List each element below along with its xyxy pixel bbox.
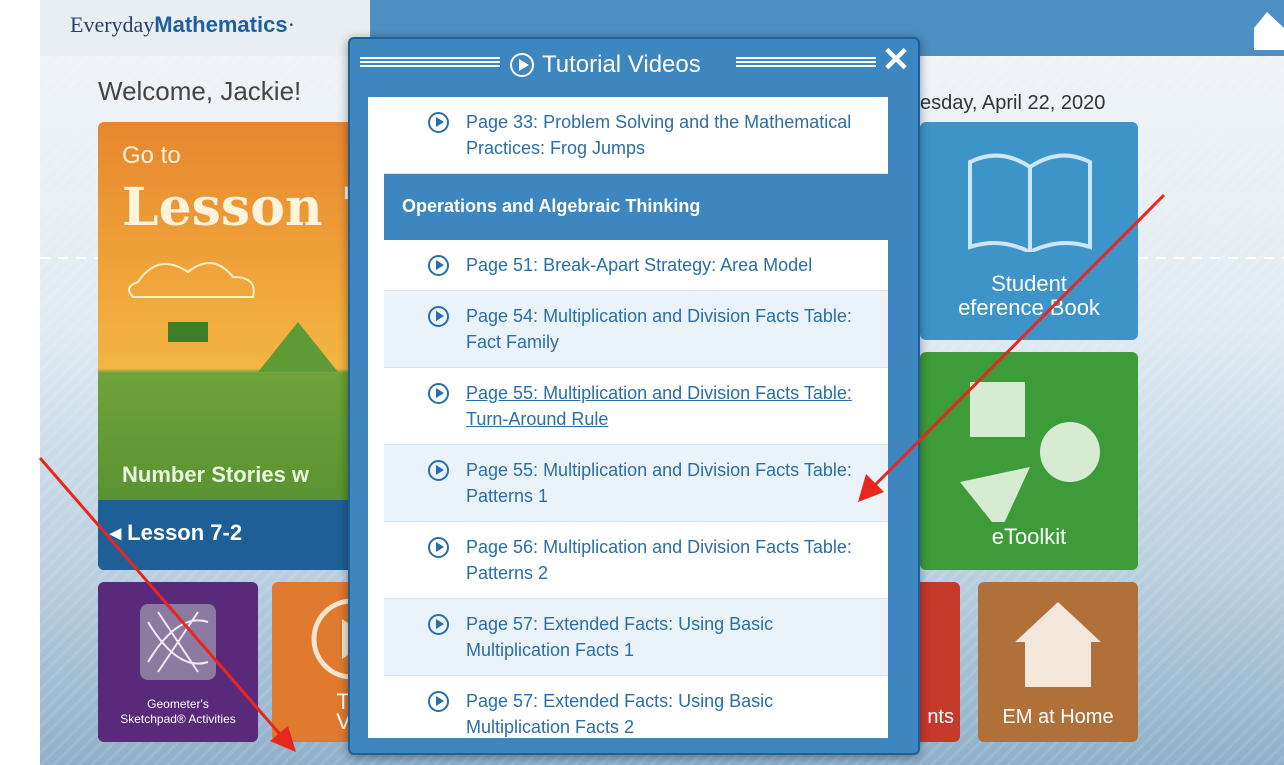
current-date: esday, April 22, 2020 (920, 92, 1106, 114)
title-rule-right (736, 57, 876, 69)
assessments-tile[interactable]: nts (920, 582, 960, 742)
section-heading: Operations and Algebraic Thinking (384, 174, 888, 240)
play-circle-icon (510, 53, 534, 77)
title-rule-left (360, 57, 500, 69)
home-icon[interactable] (1250, 10, 1284, 50)
video-item[interactable]: Page 33: Problem Solving and the Mathema… (384, 97, 888, 174)
geometers-sketchpad-tile[interactable]: Geometer's Sketchpad® Activities (98, 582, 258, 742)
book-icon (968, 153, 1092, 252)
student-reference-label: Student eference Book (958, 271, 1100, 320)
lesson-subtitle: Number Stories w (122, 462, 310, 487)
sketchpad-icon (140, 604, 216, 680)
play-circle-icon (428, 614, 449, 635)
shapes-icon (960, 382, 1100, 522)
everyday-mathematics-logo: EverydayMathematics· (70, 12, 295, 37)
play-circle-icon (428, 112, 449, 133)
video-list-content: Page 33: Problem Solving and the Mathema… (368, 97, 888, 738)
play-circle-icon (428, 306, 449, 327)
lesson-card[interactable]: Go to Lesson 7 Number Stories w ◂ Lesson… (98, 122, 378, 570)
play-circle-icon (428, 537, 449, 558)
modal-title-text: Tutorial Videos (542, 51, 701, 78)
em-at-home-tile[interactable]: EM at Home (978, 582, 1138, 742)
modal-title: Tutorial Videos (510, 51, 701, 79)
video-item[interactable]: Page 51: Break-Apart Strategy: Area Mode… (384, 240, 888, 291)
close-button[interactable]: ✕ (880, 43, 912, 77)
play-circle-icon (428, 691, 449, 712)
etoolkit-tile[interactable]: eToolkit (920, 352, 1138, 570)
video-item[interactable]: Page 54: Multiplication and Division Fac… (384, 291, 888, 368)
lesson-title: Lesson 7 (122, 177, 377, 238)
play-circle-icon (428, 383, 449, 404)
video-list[interactable]: Page 33: Problem Solving and the Mathema… (368, 97, 888, 738)
etoolkit-label: eToolkit (991, 524, 1067, 549)
em-at-home-label: EM at Home (1002, 706, 1114, 728)
tutorial-videos-modal: Tutorial Videos ✕ Page 33: Problem Solvi… (348, 37, 920, 755)
geometers-label: Geometer's Sketchpad® Activities (120, 697, 236, 726)
student-reference-book-tile[interactable]: Student eference Book (920, 122, 1138, 340)
play-circle-icon (428, 460, 449, 481)
video-item[interactable]: Page 57: Extended Facts: Using Basic Mul… (384, 676, 888, 738)
video-item[interactable]: Page 56: Multiplication and Division Fac… (384, 522, 888, 599)
video-item-hovered[interactable]: Page 55: Multiplication and Division Fac… (384, 368, 888, 445)
play-circle-icon (428, 255, 449, 276)
goto-label: Go to (122, 142, 181, 169)
house-icon (1015, 602, 1101, 687)
assessments-label: nts (927, 706, 954, 728)
lesson-illustration (128, 262, 338, 372)
previous-lesson-link[interactable]: ◂ Lesson 7-2 (110, 520, 242, 546)
video-item[interactable]: Page 57: Extended Facts: Using Basic Mul… (384, 599, 888, 676)
previous-lesson-bar[interactable]: ◂ Lesson 7-2 (98, 500, 378, 570)
video-item[interactable]: Page 55: Multiplication and Division Fac… (384, 445, 888, 522)
modal-title-bar: Tutorial Videos ✕ (350, 39, 918, 95)
welcome-message: Welcome, Jackie! (98, 76, 302, 106)
